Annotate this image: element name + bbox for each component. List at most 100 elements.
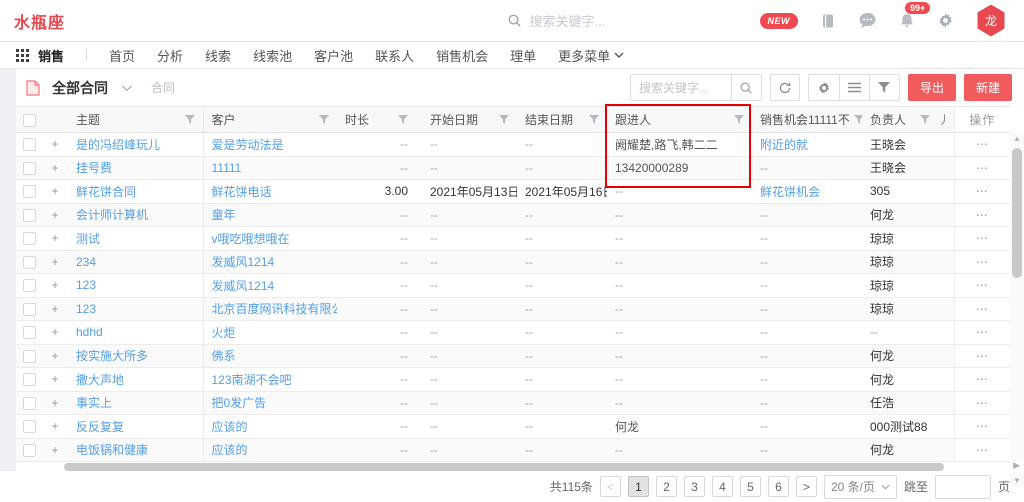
customer-link[interactable]: 把0发广告 (212, 396, 267, 410)
row-actions-button[interactable]: ⋯ (954, 368, 1010, 392)
subject-link[interactable]: 反反复复 (76, 420, 124, 434)
page-button-2[interactable]: 2 (656, 476, 677, 497)
subject-link[interactable]: 会计师计算机 (76, 208, 148, 222)
row-checkbox[interactable] (23, 138, 36, 151)
global-search[interactable]: 搜索关键字... (507, 11, 660, 30)
settings-gear-icon[interactable] (937, 12, 954, 29)
page-button-6[interactable]: 6 (768, 476, 789, 497)
page-button-3[interactable]: 3 (684, 476, 705, 497)
row-actions-button[interactable]: ⋯ (954, 344, 1010, 368)
row-checkbox[interactable] (23, 232, 36, 245)
view-title[interactable]: 全部合同 (52, 78, 108, 98)
row-expand-button[interactable]: + (42, 368, 68, 392)
page-button-4[interactable]: 4 (712, 476, 733, 497)
row-actions-button[interactable]: ⋯ (954, 321, 1010, 345)
create-button[interactable]: 新建 (964, 74, 1012, 101)
row-actions-button[interactable]: ⋯ (954, 180, 1010, 204)
tab-home[interactable]: 首页 (109, 46, 135, 65)
scroll-right-icon[interactable]: ▶ (1013, 460, 1020, 471)
row-expand-button[interactable]: + (42, 156, 68, 180)
messages-icon[interactable] (858, 12, 877, 29)
prev-page-button[interactable]: < (600, 476, 621, 497)
row-actions-button[interactable]: ⋯ (954, 203, 1010, 227)
filter-funnel-icon[interactable] (854, 115, 862, 125)
horizontal-scrollbar[interactable]: ▶ (16, 462, 1024, 472)
row-expand-button[interactable]: + (42, 438, 68, 462)
page-size-select[interactable]: 20 条/页 (824, 475, 897, 499)
row-expand-button[interactable]: + (42, 321, 68, 345)
row-actions-button[interactable]: ⋯ (954, 391, 1010, 415)
header-end-date[interactable]: 结束日期 (517, 107, 607, 133)
row-checkbox[interactable] (23, 397, 36, 410)
refresh-button[interactable] (770, 74, 800, 101)
subject-link[interactable]: 是的冯绍峰玩儿 (76, 138, 160, 152)
header-follower[interactable]: 跟进人 (607, 107, 752, 133)
customer-link[interactable]: 发威风1214 (212, 255, 275, 269)
select-all-checkbox[interactable] (23, 114, 36, 127)
row-expand-button[interactable]: + (42, 250, 68, 274)
tab-analysis[interactable]: 分析 (157, 46, 183, 65)
more-menu[interactable]: 更多菜单 (558, 46, 624, 65)
next-page-button[interactable]: > (796, 476, 817, 497)
row-expand-button[interactable]: + (42, 415, 68, 439)
customer-link[interactable]: 火炬 (212, 326, 236, 340)
filter-button[interactable] (869, 75, 899, 100)
filter-funnel-icon[interactable] (185, 115, 195, 125)
tab-leads[interactable]: 线索 (205, 46, 231, 65)
header-customer[interactable]: 客户 (203, 107, 337, 133)
subject-link[interactable]: 测试 (76, 232, 100, 246)
row-expand-button[interactable]: + (42, 274, 68, 298)
row-checkbox[interactable] (23, 256, 36, 269)
customer-link[interactable]: 11111 (212, 161, 242, 175)
export-button[interactable]: 导出 (908, 74, 956, 101)
customer-link[interactable]: 123南湖不会吧 (212, 373, 292, 387)
header-start-date[interactable]: 开始日期 (422, 107, 517, 133)
row-checkbox[interactable] (23, 326, 36, 339)
horizontal-scroll-thumb[interactable] (64, 463, 944, 471)
subject-link[interactable]: 电饭锅和健康 (76, 443, 148, 457)
filter-funnel-icon[interactable] (589, 115, 599, 125)
subject-link[interactable]: 事实上 (76, 396, 112, 410)
row-expand-button[interactable]: + (42, 344, 68, 368)
customer-link[interactable]: v哦吃哦想哦在 (212, 232, 290, 246)
jump-page-input[interactable] (935, 475, 991, 499)
row-checkbox[interactable] (23, 444, 36, 457)
apps-grid-icon[interactable] (16, 49, 29, 62)
page-button-5[interactable]: 5 (740, 476, 761, 497)
customer-link[interactable]: 北京百度网讯科技有限公司 (212, 302, 338, 316)
vertical-scrollbar[interactable]: ▲ ▼ (1010, 132, 1024, 487)
header-subject[interactable]: 主题 (68, 107, 203, 133)
tab-customer-pool[interactable]: 客户池 (314, 46, 353, 65)
customer-link[interactable]: 爱是劳动法是 (212, 138, 284, 152)
user-avatar[interactable]: 龙 (976, 5, 1006, 37)
row-checkbox[interactable] (23, 162, 36, 175)
notebook-icon[interactable] (820, 13, 836, 29)
customer-link[interactable]: 鲜花饼电话 (212, 185, 272, 199)
page-button-1[interactable]: 1 (628, 476, 649, 497)
row-expand-button[interactable]: + (42, 180, 68, 204)
notifications-bell-icon[interactable]: 99+ (899, 12, 915, 29)
customer-link[interactable]: 发威风1214 (212, 279, 275, 293)
customer-link[interactable]: 佛系 (212, 349, 236, 363)
tab-opportunities[interactable]: 销售机会 (436, 46, 488, 65)
subject-link[interactable]: 234 (76, 255, 96, 269)
row-actions-button[interactable]: ⋯ (954, 415, 1010, 439)
filter-funnel-icon[interactable] (499, 115, 509, 125)
subject-link[interactable]: 鲜花饼合同 (76, 185, 136, 199)
scroll-down-icon[interactable]: ▼ (1010, 476, 1024, 485)
row-actions-button[interactable]: ⋯ (954, 133, 1010, 157)
row-expand-button[interactable]: + (42, 203, 68, 227)
filter-funnel-icon[interactable] (398, 115, 408, 125)
nav-app-name[interactable]: 销售 (38, 46, 64, 65)
row-checkbox[interactable] (23, 279, 36, 292)
row-expand-button[interactable]: + (42, 227, 68, 251)
row-actions-button[interactable]: ⋯ (954, 250, 1010, 274)
customer-link[interactable]: 应该的 (212, 443, 248, 457)
tab-lead-pool[interactable]: 线索池 (253, 46, 292, 65)
row-checkbox[interactable] (23, 420, 36, 433)
scroll-up-icon[interactable]: ▲ (1010, 134, 1024, 143)
subject-link[interactable]: 123 (76, 278, 96, 292)
subject-link[interactable]: 挂号费 (76, 161, 112, 175)
row-checkbox[interactable] (23, 350, 36, 363)
vertical-scroll-thumb[interactable] (1012, 148, 1022, 278)
